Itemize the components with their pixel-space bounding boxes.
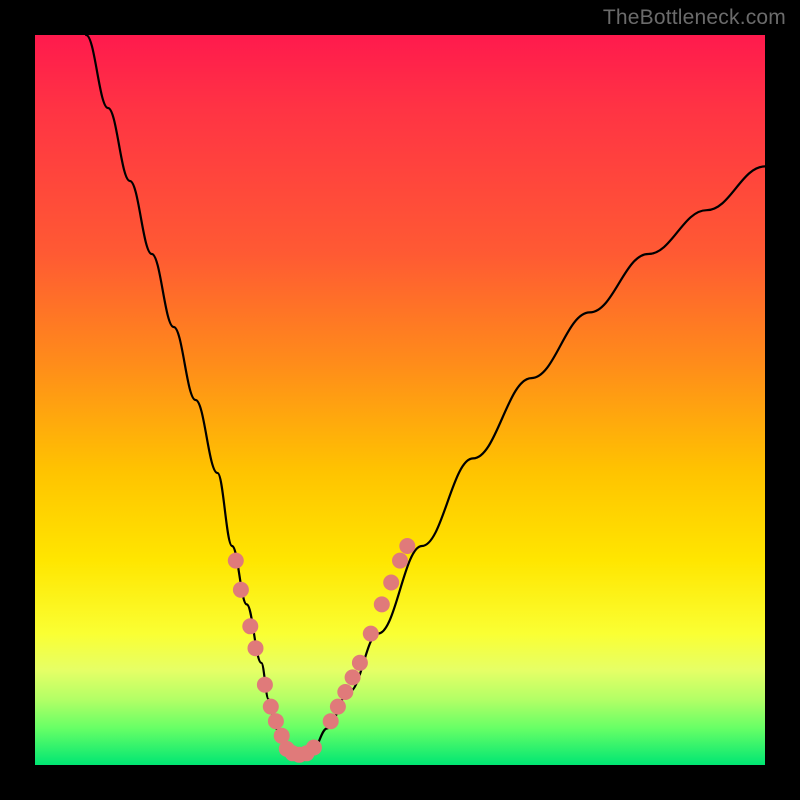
data-marker: [337, 684, 353, 700]
curve-svg: [35, 35, 765, 765]
data-markers: [228, 538, 415, 763]
bottleneck-curve: [86, 35, 765, 758]
data-marker: [233, 582, 249, 598]
data-marker: [248, 640, 264, 656]
watermark-text: TheBottleneck.com: [603, 6, 786, 30]
data-marker: [345, 669, 361, 685]
chart-container: TheBottleneck.com: [0, 0, 800, 800]
data-marker: [228, 553, 244, 569]
data-marker: [392, 553, 408, 569]
data-marker: [383, 575, 399, 591]
data-marker: [263, 699, 279, 715]
plot-area: [35, 35, 765, 765]
data-marker: [352, 655, 368, 671]
data-marker: [306, 740, 322, 756]
data-marker: [374, 596, 390, 612]
data-marker: [323, 713, 339, 729]
data-marker: [242, 618, 258, 634]
data-marker: [257, 677, 273, 693]
data-marker: [330, 699, 346, 715]
data-marker: [399, 538, 415, 554]
data-marker: [363, 626, 379, 642]
data-marker: [268, 713, 284, 729]
